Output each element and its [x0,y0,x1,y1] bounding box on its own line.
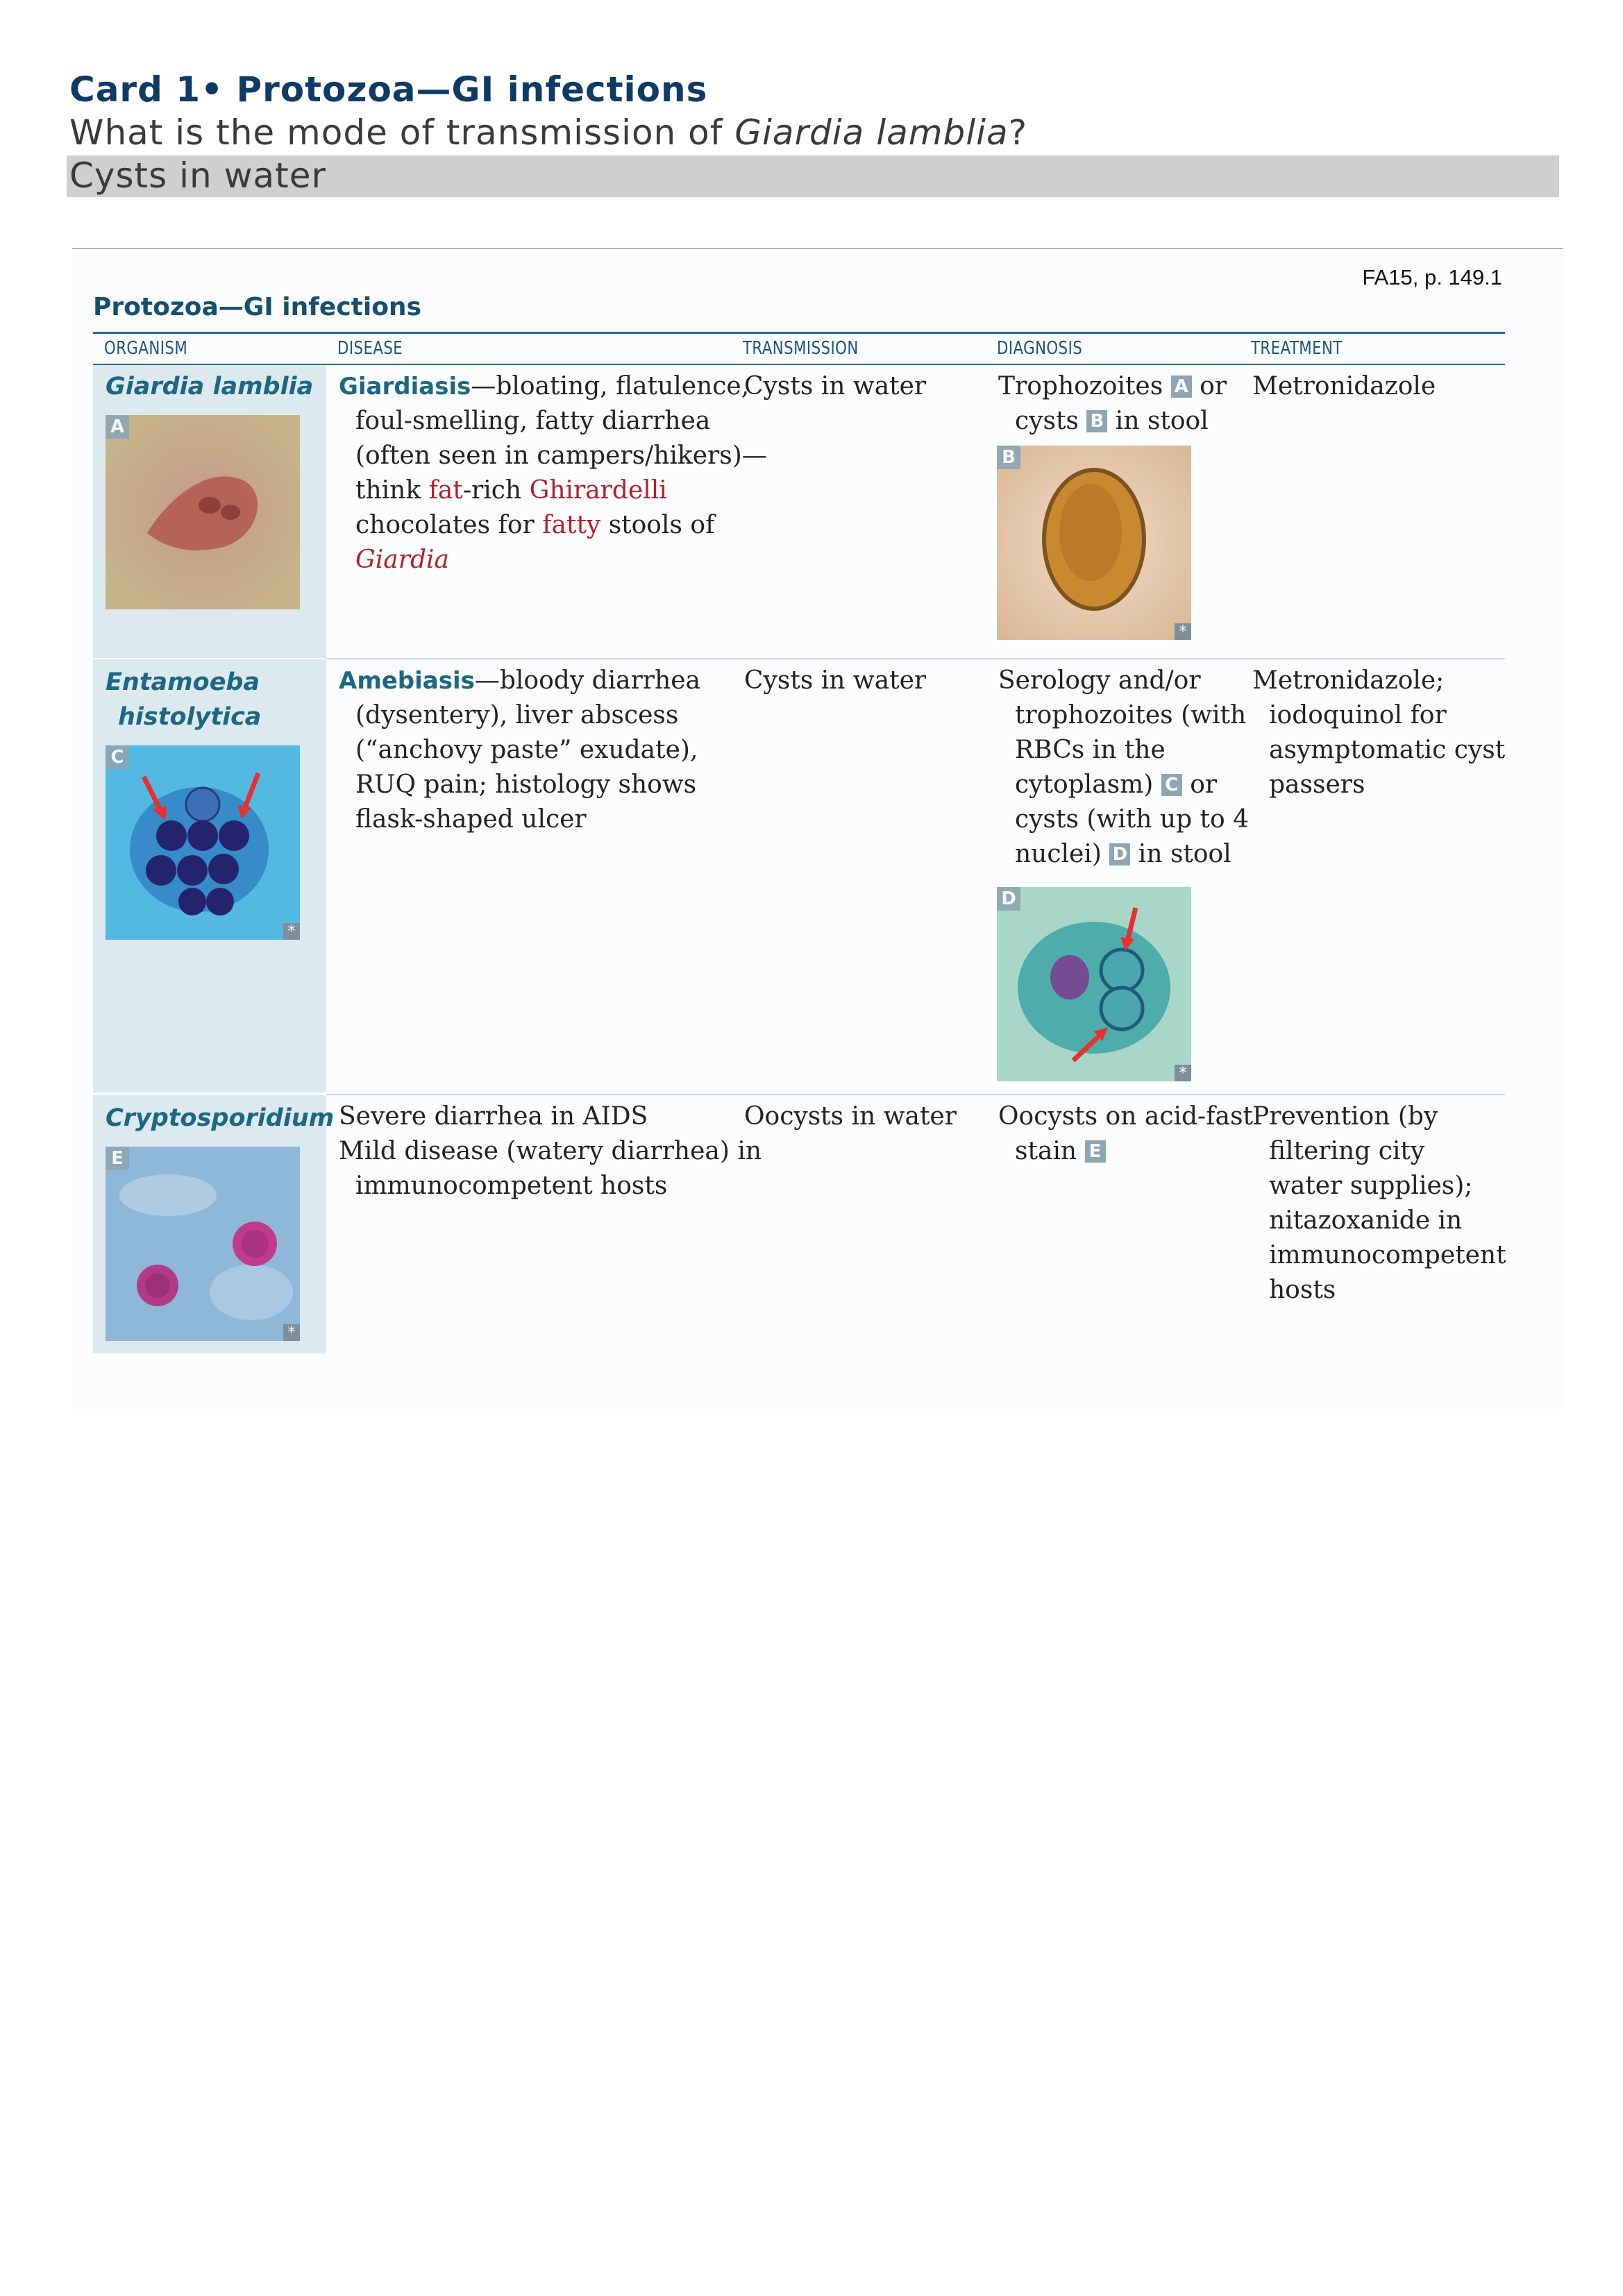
header-transmission: TRANSMISSION [743,338,859,359]
image-marker: * [1175,623,1191,640]
transmission-cell-cryptosporidium: Oocysts in water [744,1102,957,1131]
row-separator [326,658,1505,659]
card-title: Card 1• Protozoa—GI infections [69,69,708,110]
micrograph-a: A [106,415,300,609]
disease-cell-giardia: Giardiasis—bloating, flatulence, foul-sm… [339,372,767,574]
card-answer: Cysts in water [67,155,1559,197]
micrograph-e: E * [106,1147,300,1341]
image-marker: * [283,923,300,940]
header-treatment: TREATMENT [1251,338,1343,359]
giardia-trophozoite-image [106,415,300,609]
entamoeba-trophozoite-image [106,745,300,940]
header-disease: DISEASE [337,338,403,359]
treatment-cell-entamoeba: Metronidazole; iodoquinol for asymptomat… [1252,666,1506,799]
card-header: Card 1• Protozoa—GI infections What is t… [69,68,1562,154]
disease-cell-cryptosporidium: Severe diarrhea in AIDS Mild disease (wa… [339,1102,762,1200]
organism-name: Giardia lamblia [106,373,314,400]
micrograph-c: C * [106,745,300,940]
header-top-rule [93,332,1505,334]
image-marker: * [1175,1065,1191,1081]
disease-cell-entamoeba: Amebiasis—bloody diarrhea (dysentery), l… [339,666,700,834]
diagnosis-cell-cryptosporidium: Oocysts on acid-fast stain E [998,1102,1253,1165]
treatment-cell-cryptosporidium: Prevention (by filtering city water supp… [1252,1102,1506,1304]
image-label: C [106,745,129,769]
divider [72,248,1563,249]
row-separator [326,1094,1505,1095]
image-label: D [997,887,1020,911]
micrograph-b: B * [997,446,1191,640]
header-diagnosis: DIAGNOSIS [997,338,1083,359]
image-label: A [106,415,129,439]
transmission-cell-entamoeba: Cysts in water [744,666,927,695]
giardia-cyst-image [997,446,1191,640]
diagnosis-cell-entamoeba: Serology and/or trophozoites (with RBCs … [998,666,1249,868]
image-label: B [997,446,1020,469]
diagnosis-cell-giardia: Trophozoites A or cysts B in stool [998,372,1227,435]
section-title: Protozoa—GI infections [93,293,421,321]
entamoeba-cyst-image [997,887,1191,1081]
page-image: FA15, p. 149.1 Protozoa—GI infections OR… [72,250,1563,1409]
image-marker: * [283,1324,300,1341]
treatment-cell-giardia: Metronidazole [1252,372,1436,400]
organism-name: Entamoeba histolytica [106,668,262,731]
card-question: What is the mode of transmission of Giar… [69,112,1028,153]
page-reference: FA15, p. 149.1 [1362,265,1502,289]
organism-name: Cryptosporidium [106,1104,335,1132]
transmission-cell-giardia: Cysts in water [744,372,927,400]
header-organism: ORGANISM [104,338,188,359]
cryptosporidium-oocyst-image [106,1147,300,1341]
image-label: E [106,1147,129,1170]
micrograph-d: D * [997,887,1191,1081]
